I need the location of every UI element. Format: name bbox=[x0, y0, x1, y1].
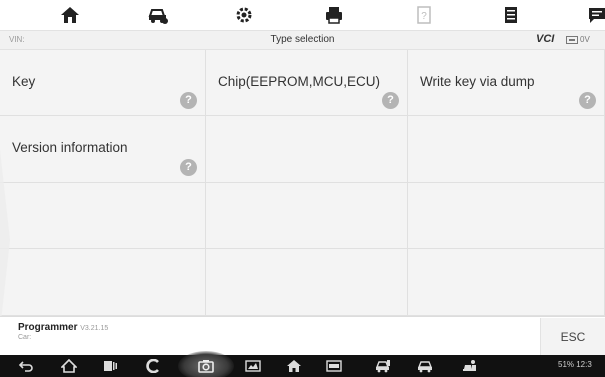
help-icon[interactable]: ? bbox=[180, 92, 197, 109]
car-person-icon[interactable] bbox=[459, 357, 481, 375]
svg-text:?: ? bbox=[421, 11, 427, 22]
car-icon[interactable] bbox=[414, 357, 436, 375]
type-selection-grid: Key ? Chip(EEPROM,MCU,ECU) ? Write key v… bbox=[0, 50, 605, 316]
vci-icon[interactable] bbox=[323, 357, 345, 375]
top-toolbar: ? bbox=[0, 0, 605, 30]
settings-icon[interactable] bbox=[231, 4, 257, 26]
empty-tile bbox=[206, 183, 408, 249]
empty-tile bbox=[408, 249, 605, 316]
page-title: Type selection bbox=[270, 34, 335, 45]
help-icon[interactable]: ? bbox=[411, 4, 437, 26]
help-icon[interactable]: ? bbox=[180, 159, 197, 176]
footer-bar: Programmer V3.21.15 Car: ESC bbox=[0, 316, 605, 356]
battery-icon bbox=[566, 35, 578, 44]
empty-tile bbox=[408, 183, 605, 249]
recent-apps-icon[interactable] bbox=[99, 357, 121, 375]
help-icon[interactable]: ? bbox=[382, 92, 399, 109]
esc-button[interactable]: ESC bbox=[540, 318, 605, 356]
write-key-via-dump-tile[interactable]: Write key via dump ? bbox=[408, 50, 605, 116]
app-name-text: Programmer bbox=[18, 322, 78, 333]
chip-tile[interactable]: Chip(EEPROM,MCU,ECU) ? bbox=[206, 50, 408, 116]
battery-voltage: 0V bbox=[580, 35, 590, 44]
camera-icon[interactable] bbox=[195, 357, 217, 375]
car-label: Car: bbox=[18, 334, 32, 341]
back-icon[interactable] bbox=[15, 357, 37, 375]
empty-tile bbox=[0, 183, 206, 249]
tile-label: Version information bbox=[12, 140, 128, 155]
vci-indicator: VCI bbox=[536, 33, 555, 45]
empty-tile bbox=[206, 249, 408, 316]
version-information-tile[interactable]: Version information ? bbox=[0, 116, 206, 183]
help-icon[interactable]: ? bbox=[579, 92, 596, 109]
app-name: Programmer V3.21.15 bbox=[18, 322, 108, 333]
print-icon[interactable] bbox=[321, 4, 347, 26]
screenshot-icon[interactable] bbox=[242, 357, 264, 375]
home-icon[interactable] bbox=[58, 357, 80, 375]
tile-label: Write key via dump bbox=[420, 74, 535, 89]
home-icon[interactable] bbox=[57, 4, 83, 26]
system-nav-bar: 51% 12:3 bbox=[0, 351, 605, 377]
car-repair-icon[interactable] bbox=[372, 357, 394, 375]
key-tile[interactable]: Key ? bbox=[0, 50, 206, 116]
empty-tile bbox=[0, 249, 206, 316]
chrome-icon[interactable] bbox=[143, 357, 165, 375]
status-indicator: 51% 12:3 bbox=[558, 360, 592, 369]
decorative-edge bbox=[0, 150, 10, 330]
message-icon[interactable] bbox=[584, 4, 605, 26]
title-bar: VIN: Type selection VCI 0V bbox=[0, 30, 605, 50]
tile-label: Chip(EEPROM,MCU,ECU) bbox=[218, 74, 381, 89]
empty-tile bbox=[408, 116, 605, 183]
battery-indicator: 0V bbox=[566, 35, 590, 44]
vehicle-icon[interactable] bbox=[145, 4, 171, 26]
app-version: V3.21.15 bbox=[80, 325, 109, 332]
data-icon[interactable] bbox=[498, 4, 524, 26]
empty-tile bbox=[206, 116, 408, 183]
home-icon[interactable] bbox=[283, 357, 305, 375]
tile-label: Key bbox=[12, 74, 36, 89]
